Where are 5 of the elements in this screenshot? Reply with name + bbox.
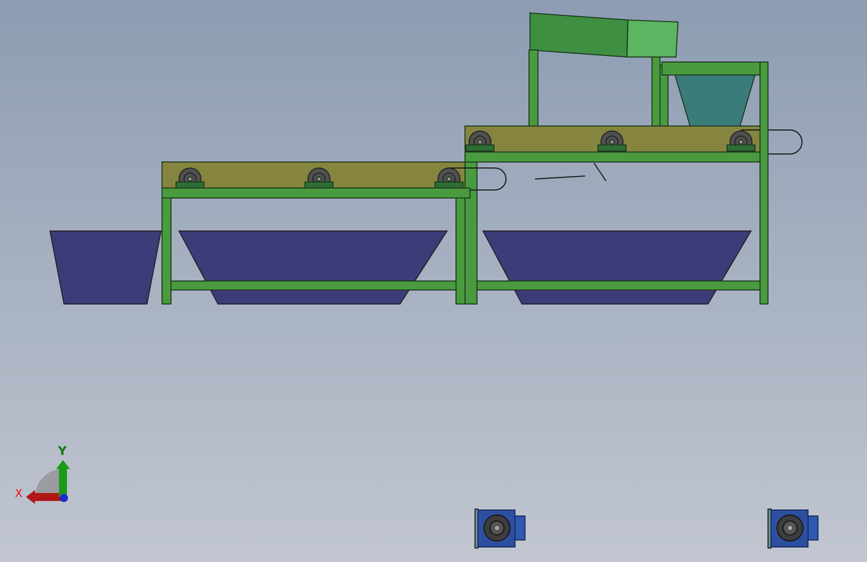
gear-motor-drawing — [768, 508, 818, 548]
axis-label: Y — [58, 444, 67, 458]
axis-triad-icon — [26, 460, 70, 504]
gear-motor-drawing — [474, 508, 526, 548]
axis-label: X — [15, 487, 23, 500]
